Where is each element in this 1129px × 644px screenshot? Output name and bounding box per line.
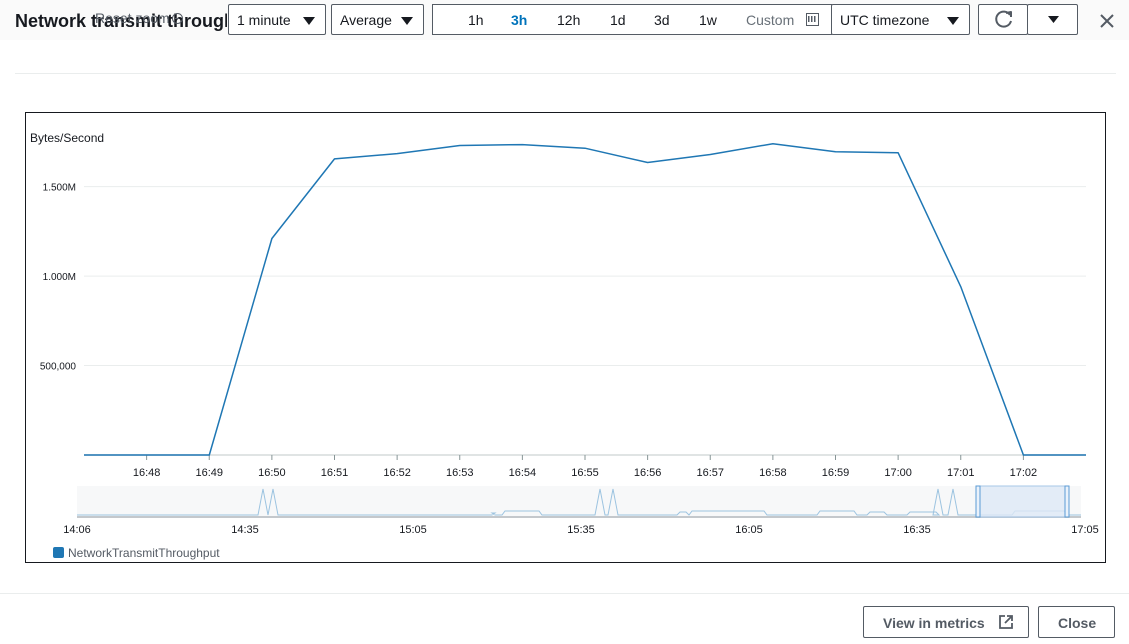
x-tick-label: 16:52 — [383, 467, 411, 479]
legend-swatch — [53, 547, 64, 558]
overview-tick-label: 14:35 — [231, 524, 259, 536]
calendar-icon[interactable] — [806, 13, 819, 26]
range-1w[interactable]: 1w — [699, 12, 717, 28]
overview-tick-label: 16:05 — [735, 524, 763, 536]
x-tick-label: 17:00 — [884, 467, 912, 479]
close-button[interactable]: Close — [1038, 606, 1115, 638]
range-3h[interactable]: 3h — [511, 12, 527, 28]
metric-chart[interactable]: Bytes/Second 500,000 1.000M 1.500M 16:48 16:4… — [26, 113, 1105, 562]
refresh-button[interactable] — [978, 4, 1028, 35]
x-tick-label: 16:51 — [321, 467, 349, 479]
zoom-out-icon — [171, 13, 183, 24]
caret-down-icon — [303, 17, 315, 25]
x-tick-label: 16:59 — [822, 467, 850, 479]
x-tick-label: 16:48 — [133, 467, 161, 479]
range-3d[interactable]: 3d — [654, 12, 670, 28]
overview-brush[interactable]: 14:06 14:35 15:05 15:35 16:05 16:35 17:05 — [63, 485, 1099, 536]
x-tick-label: 16:49 — [195, 467, 223, 479]
x-tick-label: 16:57 — [696, 467, 724, 479]
divider — [0, 593, 1129, 594]
close-icon[interactable] — [1098, 12, 1116, 30]
range-1h[interactable]: 1h — [468, 12, 484, 28]
x-tick-label: 16:58 — [759, 467, 787, 479]
caret-down-icon — [947, 17, 959, 25]
time-range-selector: 1h 3h 12h 1d 3d 1w Custom — [432, 4, 832, 35]
chart-axes: Bytes/Second 500,000 1.000M 1.500M 16:48 16:4… — [30, 131, 1086, 479]
view-in-metrics-button[interactable]: View in metrics — [863, 606, 1029, 638]
y-tick-label: 1.000M — [43, 272, 76, 283]
x-tick-label: 17:01 — [947, 467, 975, 479]
x-tick-label: 16:53 — [446, 467, 474, 479]
overview-selection — [977, 485, 1068, 518]
timezone-value: UTC timezone — [840, 12, 930, 28]
close-label: Close — [1058, 615, 1097, 631]
overview-brush-handle — [975, 485, 981, 518]
period-value: 1 minute — [237, 12, 291, 28]
range-custom[interactable]: Custom — [746, 12, 794, 28]
overview-tick-label: 15:35 — [567, 524, 595, 536]
overview-tick-label: 14:06 — [63, 524, 91, 536]
overview-tick-label: 16:35 — [903, 524, 931, 536]
overview-brush-handle — [1064, 485, 1070, 518]
x-tick-label: 16:56 — [634, 467, 662, 479]
y-tick-label: 1.500M — [43, 183, 76, 194]
modal-header: Network transmit throughput Reset zoom 1… — [0, 0, 1129, 40]
reset-zoom-button[interactable]: Reset zoom — [95, 10, 183, 26]
legend-label: NetworkTransmitThroughput — [68, 546, 220, 560]
chart-grid — [84, 186, 1086, 367]
x-tick-label: 17:02 — [1010, 467, 1038, 479]
divider — [15, 73, 1116, 74]
period-select[interactable]: 1 minute — [228, 4, 326, 35]
chart-legend: NetworkTransmitThroughput — [53, 546, 220, 560]
chart-container: Bytes/Second 500,000 1.000M 1.500M 16:48 16:4… — [25, 112, 1106, 563]
x-tick-label: 16:55 — [571, 467, 599, 479]
external-link-icon — [999, 615, 1013, 629]
overview-tick-label: 15:05 — [399, 524, 427, 536]
series-line — [84, 142, 1086, 456]
caret-down-icon — [401, 17, 413, 25]
refresh-icon — [995, 10, 1012, 28]
y-tick-label: 500,000 — [40, 362, 77, 373]
overview-tick-label: 17:05 — [1071, 524, 1099, 536]
chart-series — [84, 142, 1086, 456]
refresh-options-button[interactable] — [1027, 4, 1078, 35]
x-tick-label: 16:50 — [258, 467, 286, 479]
range-12h[interactable]: 12h — [557, 12, 580, 28]
range-1d[interactable]: 1d — [610, 12, 626, 28]
y-axis-label: Bytes/Second — [30, 131, 104, 145]
reset-zoom-label: Reset zoom — [95, 10, 170, 26]
caret-down-icon — [1048, 16, 1059, 23]
view-in-metrics-label: View in metrics — [883, 615, 985, 631]
timezone-select[interactable]: UTC timezone — [831, 4, 970, 35]
statistic-value: Average — [340, 12, 392, 28]
statistic-select[interactable]: Average — [331, 4, 424, 35]
x-tick-label: 16:54 — [509, 467, 537, 479]
